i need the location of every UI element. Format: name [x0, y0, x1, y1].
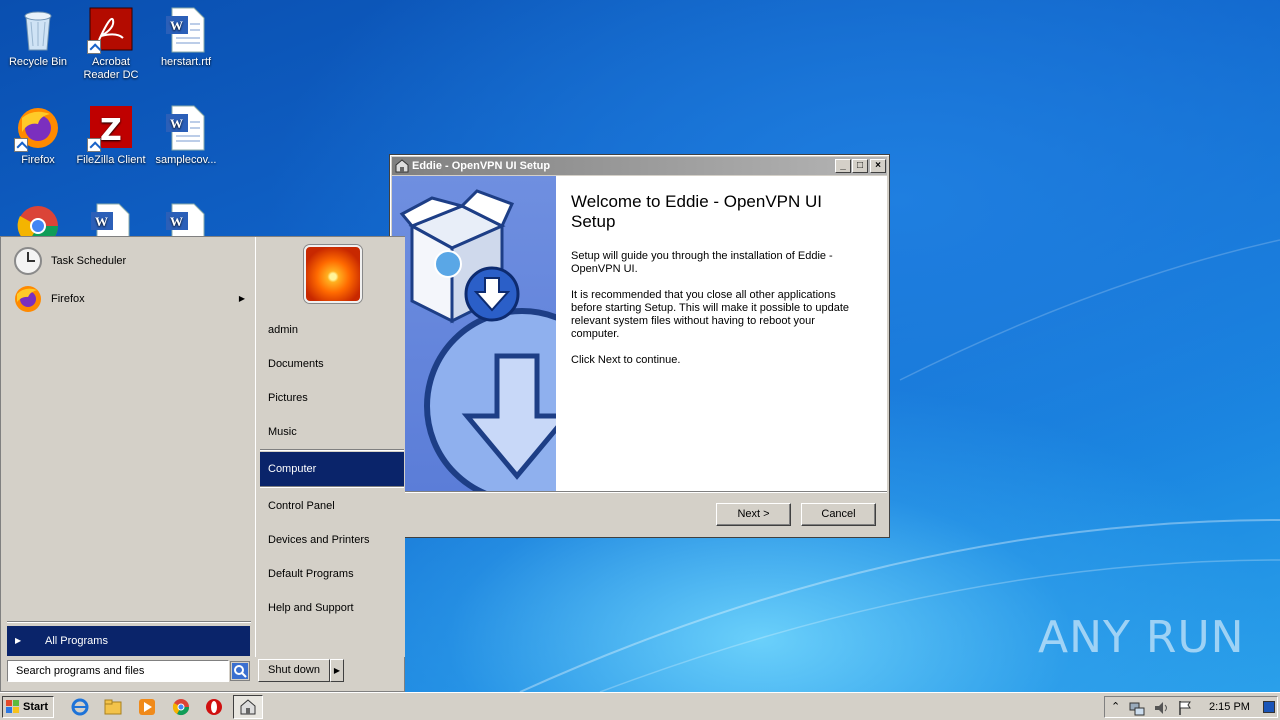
- search-button[interactable]: [230, 661, 250, 681]
- desktop-icon-herstart[interactable]: W herstart.rtf: [148, 6, 224, 69]
- start-link-default-programs[interactable]: Default Programs: [260, 557, 404, 591]
- clock[interactable]: 2:15 PM: [1209, 697, 1250, 717]
- chrome-icon[interactable]: [172, 698, 190, 716]
- firefox-icon: [15, 286, 41, 312]
- anyrun-watermark: ANY RUN: [1038, 612, 1245, 663]
- start-item-firefox[interactable]: Firefox ▶: [11, 282, 249, 316]
- svg-text:W: W: [170, 18, 183, 33]
- start-search-input[interactable]: Search programs and files: [7, 660, 229, 682]
- show-desktop-button[interactable]: [1263, 701, 1275, 713]
- clock-icon: [14, 247, 42, 275]
- welcome-paragraph: It is recommended that you close all oth…: [571, 289, 850, 340]
- volume-icon[interactable]: [1153, 700, 1169, 716]
- installer-box-icon: [399, 189, 556, 491]
- welcome-heading: Welcome to Eddie - OpenVPN UI Setup: [571, 192, 823, 231]
- installer-content: Welcome to Eddie - OpenVPN UI Setup Setu…: [556, 176, 887, 491]
- shutdown-button[interactable]: Shut down: [258, 659, 330, 682]
- start-link-help-support[interactable]: Help and Support: [260, 591, 404, 625]
- desktop-icon-samplecov[interactable]: W samplecov...: [148, 104, 224, 167]
- desktop-icon-label: herstart.rtf: [160, 56, 212, 68]
- shutdown-options-button[interactable]: ▶: [330, 659, 344, 682]
- firefox-icon: [14, 104, 62, 152]
- word-document-icon: W: [162, 6, 210, 54]
- installer-titlebar[interactable]: Eddie - OpenVPN UI Setup _ □ ×: [392, 157, 887, 175]
- installer-app-icon: [395, 159, 409, 173]
- opera-icon[interactable]: [205, 698, 223, 716]
- welcome-paragraph: Click Next to continue.: [571, 354, 681, 366]
- show-hidden-icons-icon[interactable]: ⌃: [1111, 700, 1120, 713]
- start-link-control-panel[interactable]: Control Panel: [260, 489, 404, 523]
- submenu-arrow-icon: ▶: [238, 294, 245, 303]
- start-item-task-scheduler[interactable]: Task Scheduler: [11, 244, 249, 278]
- network-icon[interactable]: [1129, 700, 1145, 716]
- minimize-button[interactable]: _: [835, 159, 851, 173]
- start-item-label: Task Scheduler: [51, 255, 127, 267]
- desktop-icon-label: Recycle Bin: [8, 56, 68, 68]
- installer-separator: [392, 491, 887, 493]
- user-avatar[interactable]: [304, 245, 362, 303]
- desktop-icon-label: FileZilla Client: [76, 154, 146, 166]
- start-link-devices-printers[interactable]: Devices and Printers: [260, 523, 404, 557]
- recycle-bin-icon: [14, 6, 62, 54]
- start-link-computer[interactable]: Computer: [260, 452, 404, 486]
- start-button[interactable]: Start: [2, 696, 54, 718]
- desktop-icon-firefox[interactable]: Firefox: [0, 104, 76, 167]
- svg-text:Z: Z: [100, 113, 122, 148]
- places-divider: [260, 486, 404, 488]
- all-programs-arrow-icon: ▶: [15, 636, 22, 645]
- internet-explorer-icon[interactable]: [71, 698, 89, 716]
- welcome-paragraph: Setup will guide you through the install…: [571, 250, 833, 275]
- maximize-button[interactable]: □: [852, 159, 868, 173]
- start-menu: Task Scheduler Firefox ▶ ▶ All Programs …: [0, 236, 405, 692]
- windows-logo-icon: [6, 700, 19, 713]
- acrobat-icon: [87, 6, 135, 54]
- start-item-label: Firefox: [51, 293, 85, 305]
- desktop-icon-filezilla[interactable]: Z FileZilla Client: [73, 104, 149, 167]
- start-link-pictures[interactable]: Pictures: [260, 381, 404, 415]
- action-center-flag-icon[interactable]: [1177, 700, 1193, 716]
- filezilla-icon: Z: [87, 104, 135, 152]
- desktop-icon-label: Firefox: [21, 154, 55, 166]
- installer-app-icon: [240, 699, 256, 715]
- start-link-documents[interactable]: Documents: [260, 347, 404, 381]
- cancel-button[interactable]: Cancel: [801, 503, 876, 526]
- taskbar: Start ⌃ 2:15 PM: [0, 692, 1280, 720]
- all-programs-button[interactable]: ▶ All Programs: [7, 626, 250, 656]
- taskbar-installer-button[interactable]: [233, 695, 263, 719]
- start-menu-places-pane: admin Documents Pictures Music Computer …: [255, 237, 405, 657]
- desktop-icon-acrobat[interactable]: Acrobat Reader DC: [73, 6, 149, 82]
- start-menu-divider: [7, 621, 251, 623]
- svg-text:W: W: [95, 214, 108, 229]
- installer-side-banner: [392, 176, 556, 491]
- desktop-icon-recycle-bin[interactable]: Recycle Bin: [0, 6, 76, 69]
- shortcut-arrow-icon: [14, 138, 28, 152]
- shortcut-arrow-icon: [87, 138, 101, 152]
- shortcut-arrow-icon: [87, 40, 101, 54]
- next-button[interactable]: Next >: [716, 503, 791, 526]
- desktop-icon-label: Acrobat Reader DC: [83, 56, 139, 81]
- start-label: Start: [23, 701, 49, 713]
- places-divider: [260, 449, 404, 451]
- search-icon: [232, 663, 248, 679]
- file-explorer-icon[interactable]: [104, 698, 122, 716]
- start-link-music[interactable]: Music: [260, 415, 404, 449]
- close-button[interactable]: ×: [870, 159, 886, 173]
- system-tray: ⌃ 2:15 PM: [1104, 696, 1278, 718]
- installer-title: Eddie - OpenVPN UI Setup: [412, 160, 551, 172]
- start-link-admin[interactable]: admin: [260, 313, 404, 347]
- installer-window[interactable]: Eddie - OpenVPN UI Setup _ □ × Welcome t…: [389, 154, 890, 538]
- desktop-icon-label: samplecov...: [155, 154, 217, 166]
- svg-text:W: W: [170, 214, 183, 229]
- start-menu-programs-pane: Task Scheduler Firefox ▶: [3, 239, 253, 649]
- all-programs-label: All Programs: [45, 635, 108, 647]
- svg-text:W: W: [170, 116, 183, 131]
- media-player-icon[interactable]: [138, 698, 156, 716]
- word-document-icon: W: [162, 104, 210, 152]
